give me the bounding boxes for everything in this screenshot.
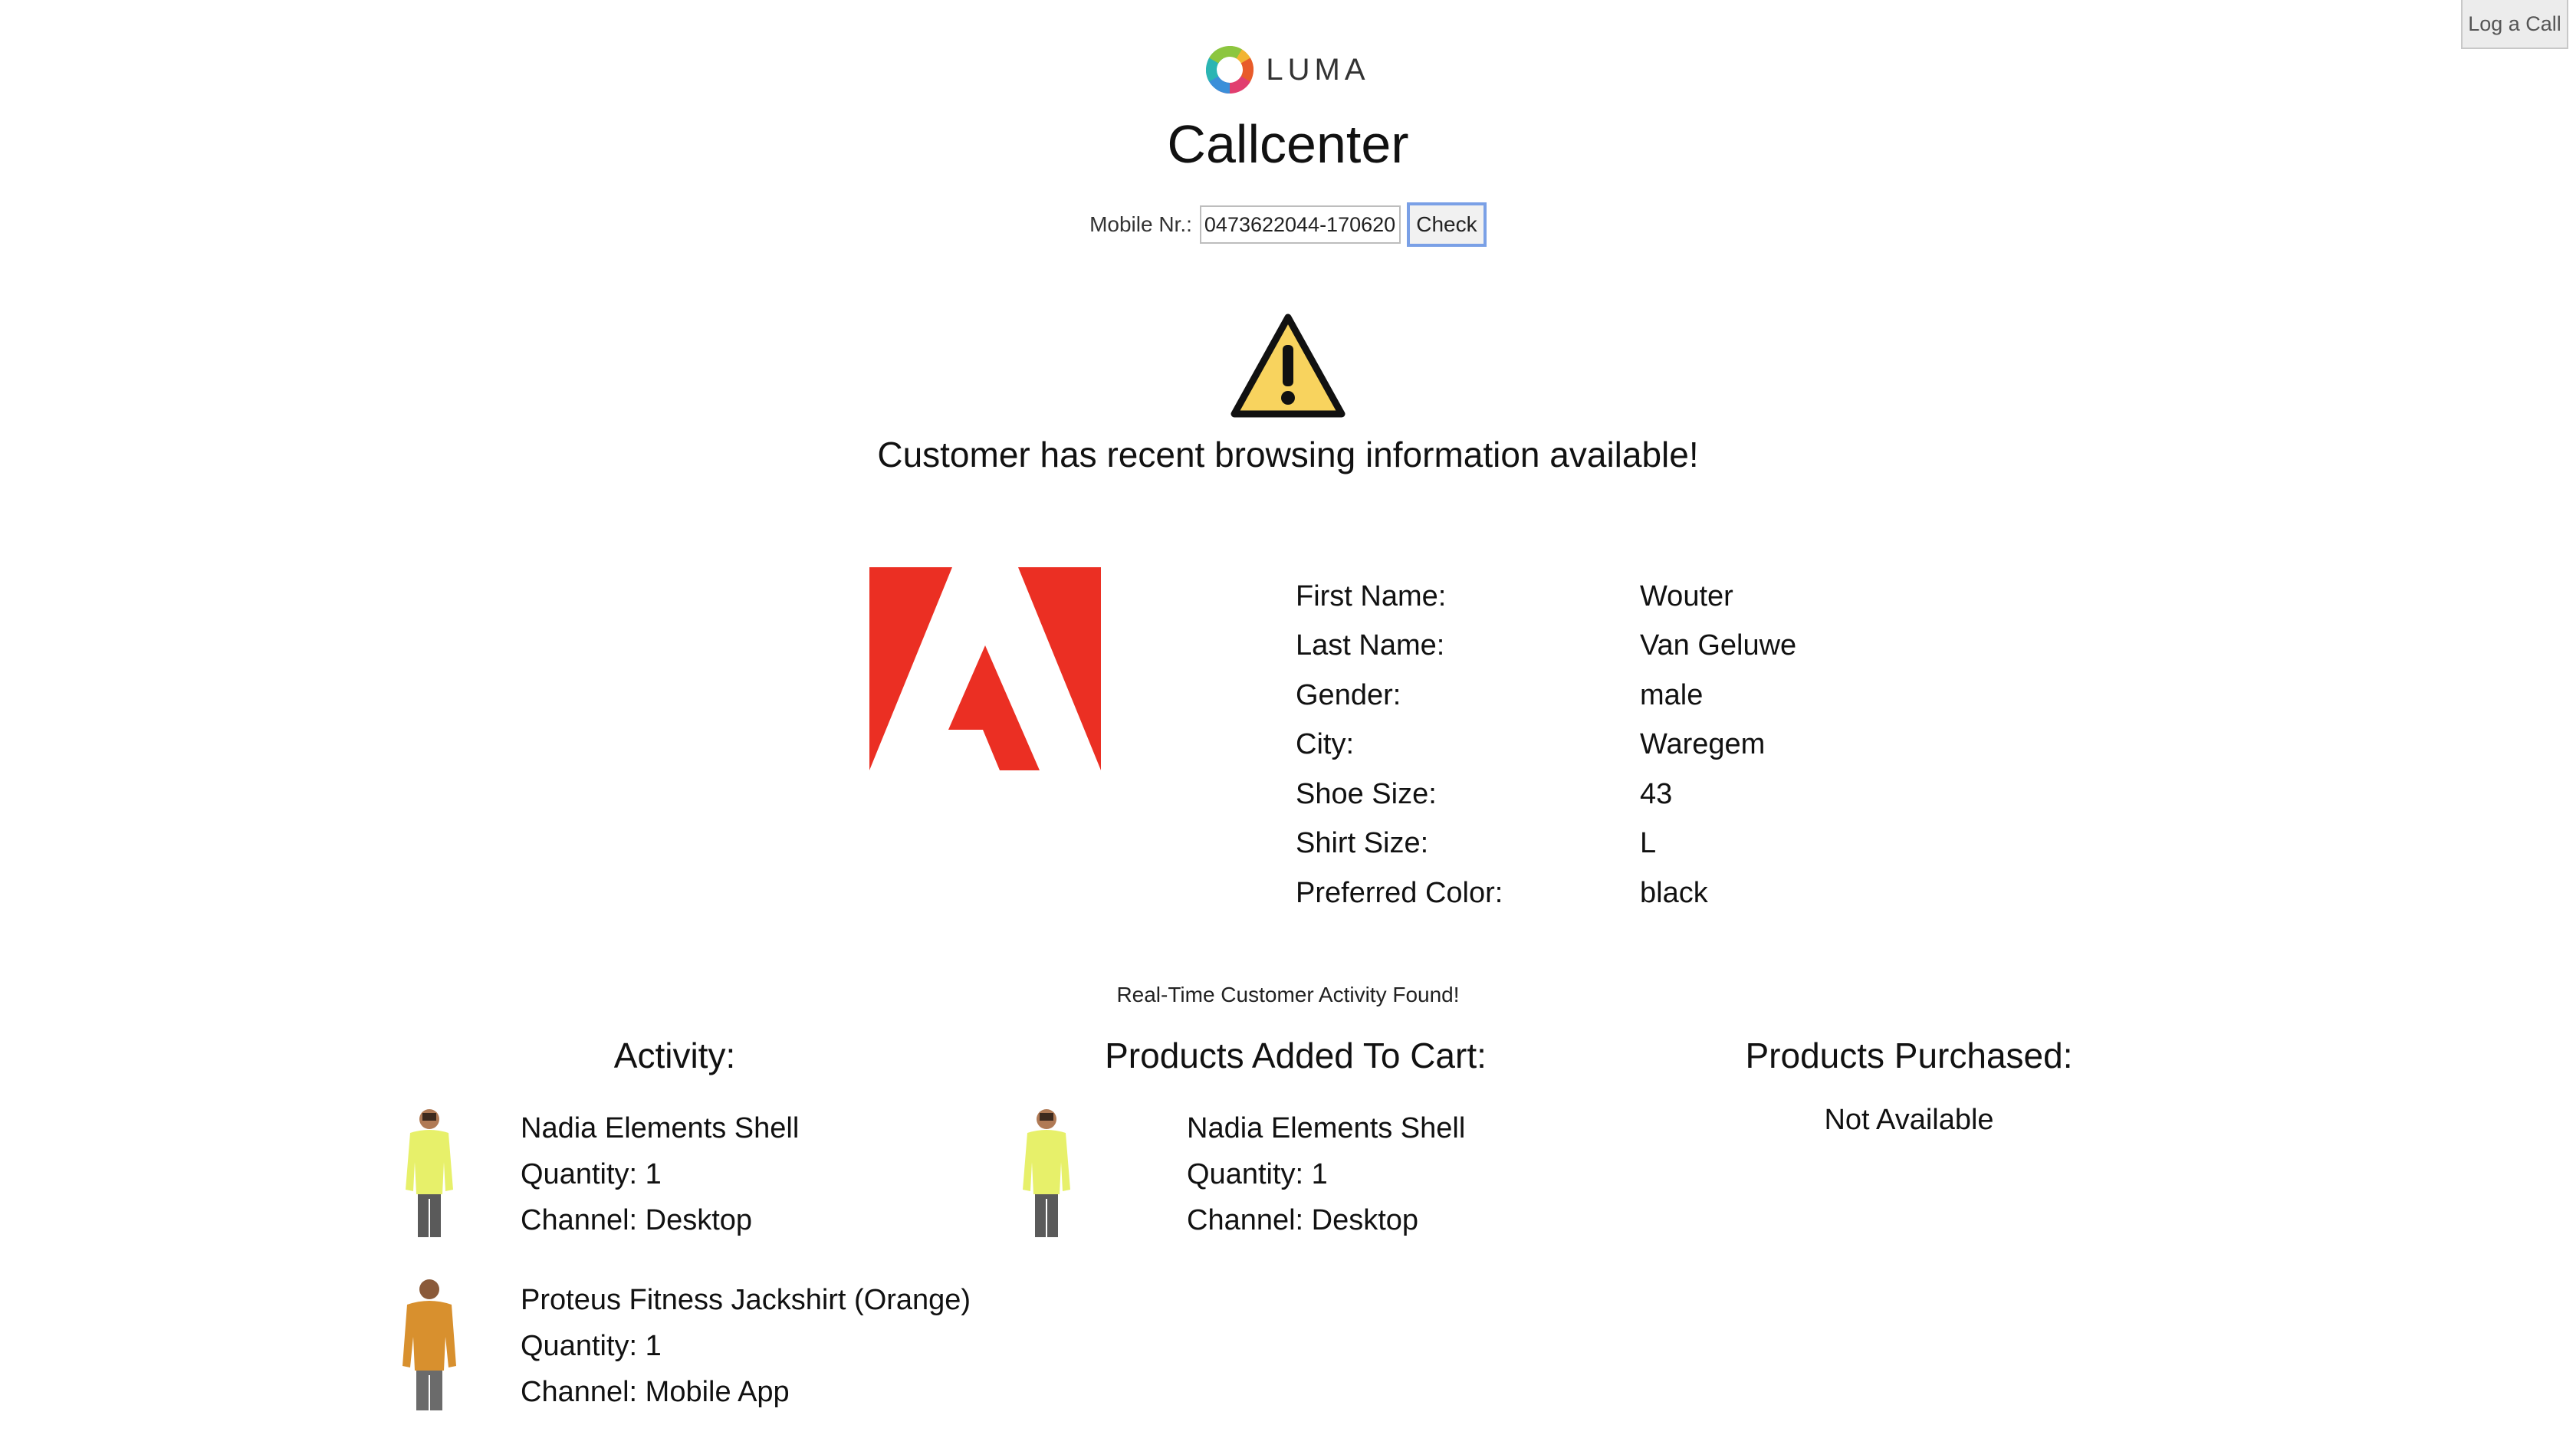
profile-label: City:	[1296, 728, 1354, 761]
profile-value: Van Geluwe	[1640, 629, 1797, 662]
customer-profile: First Name: Wouter Last Name: Van Geluwe…	[1296, 572, 1909, 918]
cart-heading: Products Added To Cart:	[1105, 1036, 1487, 1075]
profile-label: Shoe Size:	[1296, 777, 1437, 810]
brand-header: LUMA	[0, 46, 2576, 94]
activity-item-details: Nadia Elements Shell Quantity: 1 Channel…	[521, 1105, 799, 1251]
product-quantity: Quantity: 1	[1187, 1158, 1328, 1190]
product-channel: Channel: Mobile App	[521, 1376, 790, 1408]
product-channel: Channel: Desktop	[521, 1204, 753, 1236]
profile-value: L	[1640, 827, 1657, 860]
product-name: Proteus Fitness Jackshirt (Orange)	[521, 1284, 971, 1316]
profile-label: First Name:	[1296, 579, 1447, 612]
mobile-search-form: Mobile Nr.: Check	[0, 202, 2576, 247]
brand-name: LUMA	[1266, 52, 1370, 87]
activity-found-label: Real-Time Customer Activity Found!	[1116, 983, 1460, 1006]
profile-row-first-name: First Name: Wouter	[1296, 572, 1909, 622]
profile-label: Last Name:	[1296, 629, 1445, 662]
product-thumbnail	[387, 1277, 472, 1423]
profile-value: Wouter	[1640, 579, 1733, 612]
profile-value: black	[1640, 876, 1708, 909]
product-quantity: Quantity: 1	[521, 1158, 662, 1190]
profile-row-city: City: Waregem	[1296, 721, 1909, 770]
profile-label: Preferred Color:	[1296, 876, 1503, 909]
activity-item: Proteus Fitness Jackshirt (Orange) Quant…	[387, 1277, 971, 1423]
profile-row-shirt-size: Shirt Size: L	[1296, 819, 1909, 869]
activity-heading: Activity:	[613, 1036, 736, 1075]
browsing-info-alert: Customer has recent browsing information…	[877, 435, 1699, 474]
product-name: Nadia Elements Shell	[1187, 1112, 1466, 1144]
log-a-call-button[interactable]: Log a Call	[2461, 0, 2568, 49]
purchased-heading: Products Purchased:	[1745, 1036, 2073, 1075]
activity-item-details: Proteus Fitness Jackshirt (Orange) Quant…	[521, 1277, 971, 1423]
check-button[interactable]: Check	[1406, 202, 1487, 247]
warning-icon	[1230, 313, 1346, 420]
page-title: Callcenter	[1167, 114, 1409, 174]
product-thumbnail	[387, 1105, 472, 1251]
mobile-label: Mobile Nr.:	[1089, 212, 1192, 236]
profile-row-last-name: Last Name: Van Geluwe	[1296, 622, 1909, 671]
cart-item-details: Nadia Elements Shell Quantity: 1 Channel…	[1187, 1105, 1465, 1251]
profile-label: Shirt Size:	[1296, 827, 1429, 860]
purchased-empty-text: Not Available	[1824, 1104, 1994, 1136]
product-quantity: Quantity: 1	[521, 1330, 662, 1362]
luma-logo-icon	[1206, 46, 1254, 94]
profile-row-gender: Gender: male	[1296, 671, 1909, 721]
profile-value: male	[1640, 678, 1704, 711]
profile-value: Waregem	[1640, 728, 1766, 761]
profile-row-preferred-color: Preferred Color: black	[1296, 868, 1909, 918]
profile-value: 43	[1640, 777, 1673, 810]
profile-label: Gender:	[1296, 678, 1401, 711]
adobe-logo	[869, 567, 1101, 774]
cart-item: Nadia Elements Shell Quantity: 1 Channel…	[1004, 1105, 1465, 1251]
profile-row-shoe-size: Shoe Size: 43	[1296, 770, 1909, 819]
product-channel: Channel: Desktop	[1187, 1204, 1419, 1236]
product-name: Nadia Elements Shell	[521, 1112, 800, 1144]
activity-item: Nadia Elements Shell Quantity: 1 Channel…	[387, 1105, 799, 1251]
mobile-number-input[interactable]	[1199, 205, 1401, 244]
product-thumbnail	[1004, 1105, 1089, 1251]
